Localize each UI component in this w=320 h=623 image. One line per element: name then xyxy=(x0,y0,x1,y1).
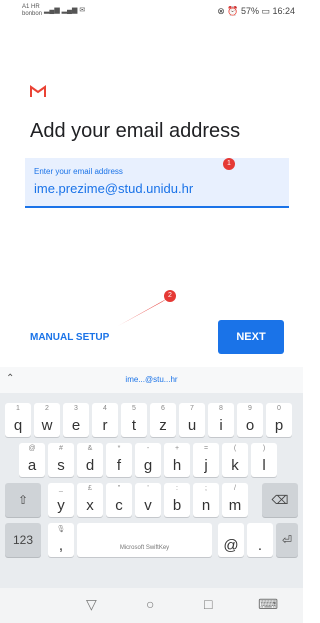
status-right: ⊗ ⏰ 57% ▭ 16:24 xyxy=(217,6,295,16)
suggestion-bar: ⌃ ime...@stu...hr xyxy=(0,367,303,393)
shift-key-icon[interactable]: ⇧ xyxy=(5,483,41,517)
key-i[interactable]: 8i xyxy=(208,403,234,437)
gmail-logo-icon xyxy=(30,85,46,97)
navigation-bar: ▽ ○ □ ⌨ xyxy=(0,588,303,623)
keyboard-hide-icon[interactable]: ⌨ xyxy=(258,596,278,613)
carrier-info: A1 HR bonbon xyxy=(22,4,43,17)
key-c[interactable]: " c xyxy=(106,483,132,517)
key-f[interactable]: * f xyxy=(106,443,132,477)
key-q[interactable]: 1q xyxy=(5,403,31,437)
backspace-key-icon[interactable]: ⌫ xyxy=(262,483,298,517)
key-z[interactable]: 6z xyxy=(150,403,176,437)
key-a[interactable]: @ a xyxy=(19,443,45,477)
next-button[interactable]: NEXT xyxy=(218,320,284,354)
space-bar[interactable]: Microsoft SwiftKey xyxy=(77,523,212,557)
key-t[interactable]: 5t xyxy=(121,403,147,437)
key-h[interactable]: + h xyxy=(164,443,190,477)
status-bar: A1 HR bonbon ▂▄▆ ▂▄▆ ✉ ⊗ ⏰ 57% ▭ 16:24 xyxy=(0,0,303,24)
key-m[interactable]: / m xyxy=(222,483,248,517)
key-v[interactable]: ' v xyxy=(135,483,161,517)
key-at[interactable]: @ xyxy=(218,523,244,557)
key-u[interactable]: 7u xyxy=(179,403,205,437)
key-w[interactable]: 2w xyxy=(34,403,60,437)
numbers-key[interactable]: 123 xyxy=(5,523,41,557)
page-title: Add your email address xyxy=(30,120,241,142)
annotation-badge-2: 2 xyxy=(164,290,176,302)
keyboard-brand: Microsoft SwiftKey xyxy=(119,545,170,551)
key-r[interactable]: 4r xyxy=(92,403,118,437)
key-s[interactable]: # s xyxy=(48,443,74,477)
mic-icon: 🎙 xyxy=(56,526,66,533)
key-d[interactable]: & d xyxy=(77,443,103,477)
key-o[interactable]: 9o xyxy=(237,403,263,437)
key-p[interactable]: 0p xyxy=(266,403,292,437)
recents-icon[interactable]: □ xyxy=(204,596,212,612)
annotation-arrow-1 xyxy=(184,166,228,188)
key-x[interactable]: £ x xyxy=(77,483,103,517)
key-period[interactable]: . xyxy=(247,523,273,557)
key-l[interactable]: ) l xyxy=(251,443,277,477)
email-field-label: Enter your email address xyxy=(34,167,123,176)
key-e[interactable]: 3e xyxy=(63,403,89,437)
home-icon[interactable]: ○ xyxy=(146,596,154,612)
signal-icon: ▂▄▆ ▂▄▆ ✉ xyxy=(44,7,86,14)
key-b[interactable]: :b xyxy=(164,483,190,517)
back-icon[interactable]: ▽ xyxy=(86,596,97,613)
enter-key-icon[interactable]: ⏎ xyxy=(276,523,298,557)
key-n[interactable]: ; n xyxy=(193,483,219,517)
annotation-badge-1: 1 xyxy=(223,158,235,170)
key-comma[interactable]: 🎙, xyxy=(48,523,74,557)
suggestion-item[interactable]: ime...@stu...hr xyxy=(0,375,303,384)
key-y[interactable]: _ y xyxy=(48,483,74,517)
key-g[interactable]: -g xyxy=(135,443,161,477)
keyboard: ⌃ ime...@stu...hr 1q 2w 3e 4r 5t 6z 7u 8… xyxy=(0,367,303,623)
manual-setup-button[interactable]: MANUAL SETUP xyxy=(30,332,109,343)
key-j[interactable]: = j xyxy=(193,443,219,477)
key-k[interactable]: (k xyxy=(222,443,248,477)
